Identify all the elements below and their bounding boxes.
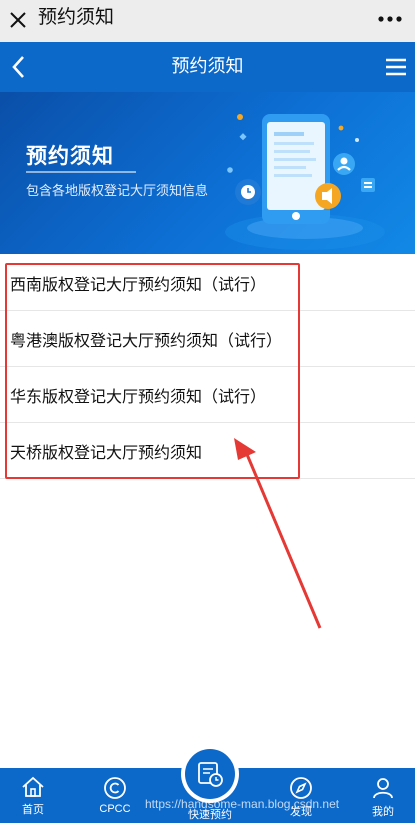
phone-illustration-icon xyxy=(225,114,385,250)
calendar-clock-icon xyxy=(198,762,223,787)
close-icon[interactable] xyxy=(4,6,32,34)
quick-booking-button[interactable] xyxy=(181,745,239,803)
banner-title: 预约须知 xyxy=(26,144,114,168)
home-icon xyxy=(22,776,44,797)
nav-title: 预约须知 xyxy=(171,56,244,77)
tab-cpcc-label: CPCC xyxy=(99,803,131,815)
list-item-notice[interactable]: 西南版权登记大厅预约须知（试行） xyxy=(0,255,415,311)
watermark: https://handsome-man.blog.csdn.net xyxy=(145,797,340,811)
banner-subtitle: 包含各地版权登记大厅须知信息 xyxy=(26,184,209,199)
list-item-notice[interactable]: 天桥版权登记大厅预约须知 xyxy=(0,423,415,479)
more-icon[interactable] xyxy=(375,8,405,30)
tab-home-label: 首页 xyxy=(22,804,44,816)
user-icon xyxy=(373,778,393,799)
notice-list: 西南版权登记大厅预约须知（试行） 粤港澳版权登记大厅预约须知（试行） 华东版权登… xyxy=(0,255,415,479)
menu-icon[interactable] xyxy=(381,53,411,81)
banner: 预约须知 包含各地版权登记大厅须知信息 xyxy=(0,92,415,254)
tab-mine[interactable]: 我的 xyxy=(350,768,415,823)
tab-discover[interactable]: 发现 xyxy=(268,768,334,823)
tab-cpcc[interactable]: CPCC xyxy=(82,768,148,823)
list-item-notice[interactable]: 粤港澳版权登记大厅预约须知（试行） xyxy=(0,311,415,367)
copyright-icon xyxy=(104,777,126,799)
tab-mine-label: 我的 xyxy=(372,806,394,818)
wechat-title-bar: 预约须知 xyxy=(0,0,415,42)
banner-divider xyxy=(26,171,136,173)
app-nav-bar: 预约须知 xyxy=(0,42,415,92)
list-item-notice[interactable]: 华东版权登记大厅预约须知（试行） xyxy=(0,367,415,423)
wechat-page-title: 预约须知 xyxy=(38,6,115,28)
tab-home[interactable]: 首页 xyxy=(0,768,66,823)
